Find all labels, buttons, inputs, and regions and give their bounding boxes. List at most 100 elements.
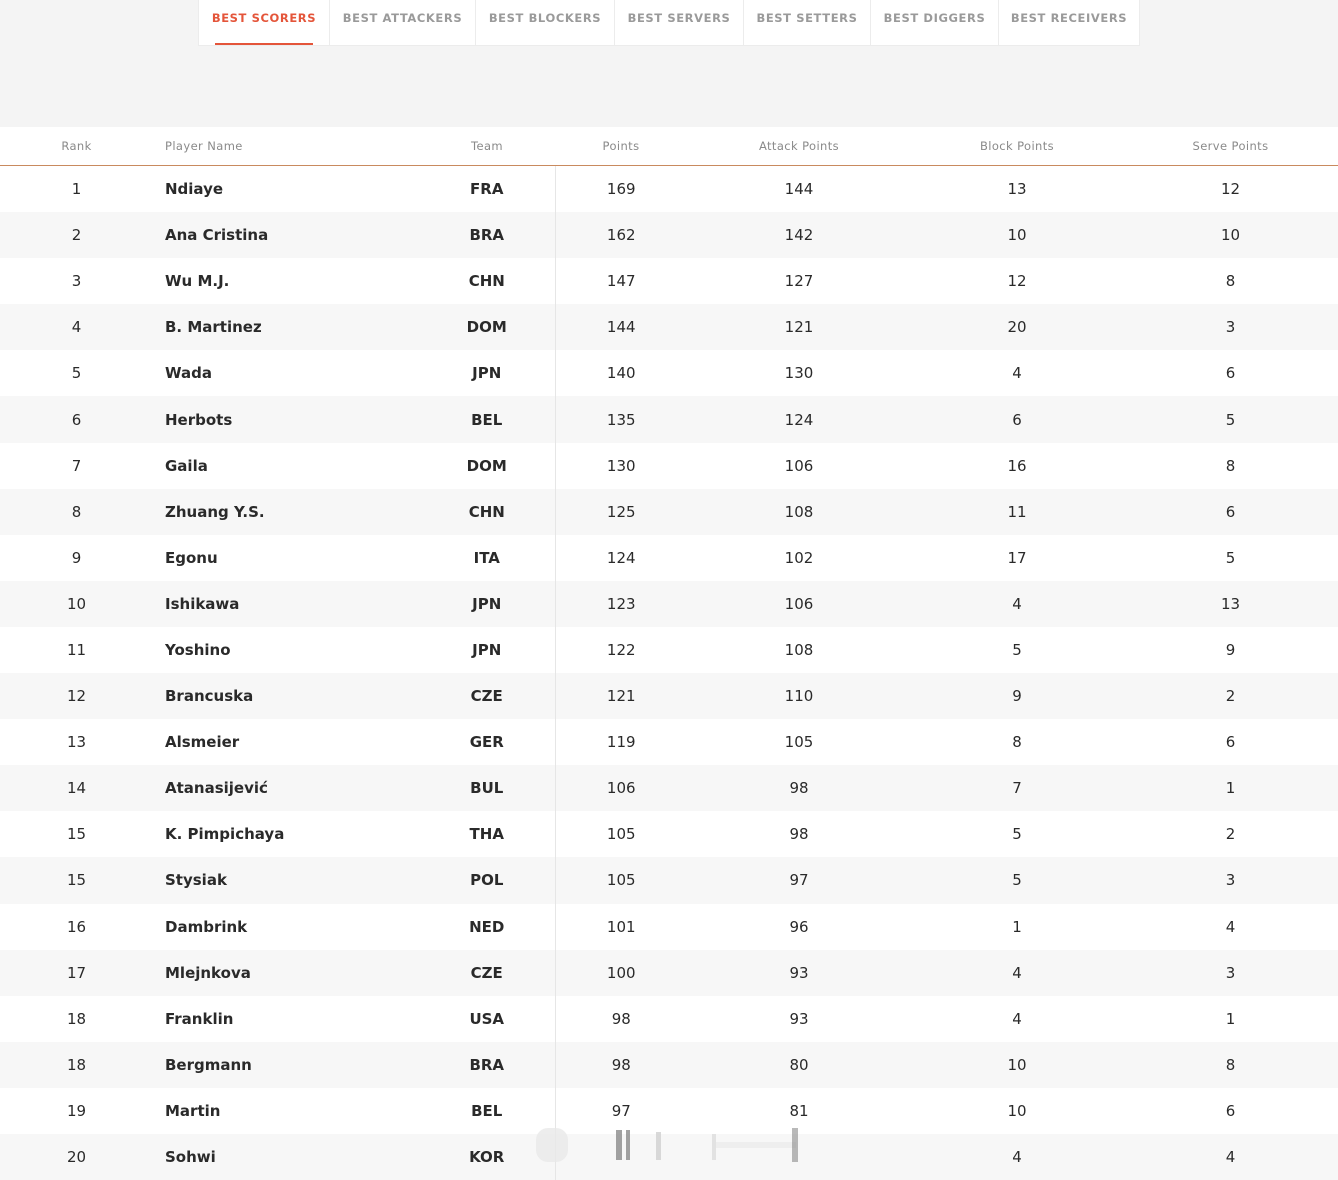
cell-attack-points: 80 (687, 1042, 911, 1088)
cell-attack-points: 93 (687, 996, 911, 1042)
cell-player-name: Wada (153, 350, 419, 396)
cell-serve-points: 6 (1123, 350, 1338, 396)
cell-block-points: 4 (911, 996, 1123, 1042)
table-row: 1NdiayeFRA1691441312 (0, 166, 1338, 213)
cell-team: BRA (419, 1042, 555, 1088)
cell-block-points: 10 (911, 1088, 1123, 1134)
table-row: 7GailaDOM130106168 (0, 443, 1338, 489)
cell-points (555, 1134, 687, 1180)
table-header-row: Rank Player Name Team Points Attack Poin… (0, 127, 1338, 166)
cell-rank: 3 (0, 258, 153, 304)
tab-best-scorers[interactable]: BEST SCORERS (199, 0, 330, 45)
header-block-points[interactable]: Block Points (911, 127, 1123, 166)
cell-serve-points: 6 (1123, 1088, 1338, 1134)
cell-rank: 2 (0, 212, 153, 258)
table-row: 15StysiakPOL1059753 (0, 857, 1338, 903)
cell-block-points: 16 (911, 443, 1123, 489)
cell-team: DOM (419, 304, 555, 350)
tab-best-diggers[interactable]: BEST DIGGERS (871, 0, 999, 45)
cell-serve-points: 9 (1123, 627, 1338, 673)
table-row: 14AtanasijevićBUL1069871 (0, 765, 1338, 811)
cell-rank: 16 (0, 904, 153, 950)
cell-attack-points: 81 (687, 1088, 911, 1134)
cell-attack-points: 98 (687, 765, 911, 811)
cell-serve-points: 5 (1123, 535, 1338, 581)
cell-team: DOM (419, 443, 555, 489)
cell-player-name: Bergmann (153, 1042, 419, 1088)
cell-player-name: Wu M.J. (153, 258, 419, 304)
cell-block-points: 10 (911, 1042, 1123, 1088)
cell-serve-points: 3 (1123, 304, 1338, 350)
cell-points: 105 (555, 857, 687, 903)
cell-player-name: Herbots (153, 396, 419, 442)
table-row: 8Zhuang Y.S.CHN125108116 (0, 489, 1338, 535)
cell-attack-points: 93 (687, 950, 911, 996)
tab-best-servers[interactable]: BEST SERVERS (615, 0, 744, 45)
cell-player-name: Sohwi (153, 1134, 419, 1180)
cell-rank: 5 (0, 350, 153, 396)
cell-points: 105 (555, 811, 687, 857)
cell-points: 135 (555, 396, 687, 442)
cell-points: 97 (555, 1088, 687, 1134)
cell-team: USA (419, 996, 555, 1042)
tab-best-attackers[interactable]: BEST ATTACKERS (330, 0, 476, 45)
cell-serve-points: 6 (1123, 489, 1338, 535)
cell-player-name: Brancuska (153, 673, 419, 719)
cell-rank: 7 (0, 443, 153, 489)
cell-serve-points: 3 (1123, 950, 1338, 996)
tab-best-receivers[interactable]: BEST RECEIVERS (999, 0, 1139, 45)
table-row: 20SohwiKOR44 (0, 1134, 1338, 1180)
cell-points: 125 (555, 489, 687, 535)
table-row: 19MartinBEL9781106 (0, 1088, 1338, 1134)
cell-serve-points: 8 (1123, 258, 1338, 304)
table-row: 5WadaJPN14013046 (0, 350, 1338, 396)
cell-block-points: 10 (911, 212, 1123, 258)
cell-player-name: Stysiak (153, 857, 419, 903)
cell-serve-points: 3 (1123, 857, 1338, 903)
cell-player-name: Franklin (153, 996, 419, 1042)
cell-serve-points: 4 (1123, 1134, 1338, 1180)
cell-points: 169 (555, 166, 687, 213)
cell-attack-points: 108 (687, 627, 911, 673)
cell-rank: 11 (0, 627, 153, 673)
cell-attack-points: 142 (687, 212, 911, 258)
cell-block-points: 5 (911, 857, 1123, 903)
header-points[interactable]: Points (555, 127, 687, 166)
header-serve-points[interactable]: Serve Points (1123, 127, 1338, 166)
cell-serve-points: 12 (1123, 166, 1338, 213)
table-row: 12BrancuskaCZE12111092 (0, 673, 1338, 719)
cell-player-name: K. Pimpichaya (153, 811, 419, 857)
cell-serve-points: 6 (1123, 719, 1338, 765)
cell-points: 101 (555, 904, 687, 950)
header-rank[interactable]: Rank (0, 127, 153, 166)
cell-block-points: 4 (911, 950, 1123, 996)
cell-player-name: B. Martinez (153, 304, 419, 350)
header-player-name[interactable]: Player Name (153, 127, 419, 166)
cell-team: NED (419, 904, 555, 950)
cell-team: KOR (419, 1134, 555, 1180)
cell-points: 123 (555, 581, 687, 627)
cell-player-name: Atanasijević (153, 765, 419, 811)
cell-player-name: Ishikawa (153, 581, 419, 627)
cell-player-name: Yoshino (153, 627, 419, 673)
header-attack-points[interactable]: Attack Points (687, 127, 911, 166)
tab-best-setters[interactable]: BEST SETTERS (744, 0, 871, 45)
table-row: 15K. PimpichayaTHA1059852 (0, 811, 1338, 857)
cell-rank: 12 (0, 673, 153, 719)
cell-points: 124 (555, 535, 687, 581)
cell-block-points: 1 (911, 904, 1123, 950)
cell-serve-points: 8 (1123, 443, 1338, 489)
header-team[interactable]: Team (419, 127, 555, 166)
cell-player-name: Gaila (153, 443, 419, 489)
table-row: 2Ana CristinaBRA1621421010 (0, 212, 1338, 258)
stats-category-tabs: BEST SCORERS BEST ATTACKERS BEST BLOCKER… (198, 0, 1140, 46)
cell-rank: 4 (0, 304, 153, 350)
cell-rank: 20 (0, 1134, 153, 1180)
cell-team: BEL (419, 396, 555, 442)
tab-best-blockers[interactable]: BEST BLOCKERS (476, 0, 615, 45)
cell-block-points: 12 (911, 258, 1123, 304)
cell-attack-points: 106 (687, 581, 911, 627)
cell-serve-points: 1 (1123, 765, 1338, 811)
cell-points: 144 (555, 304, 687, 350)
cell-attack-points: 127 (687, 258, 911, 304)
